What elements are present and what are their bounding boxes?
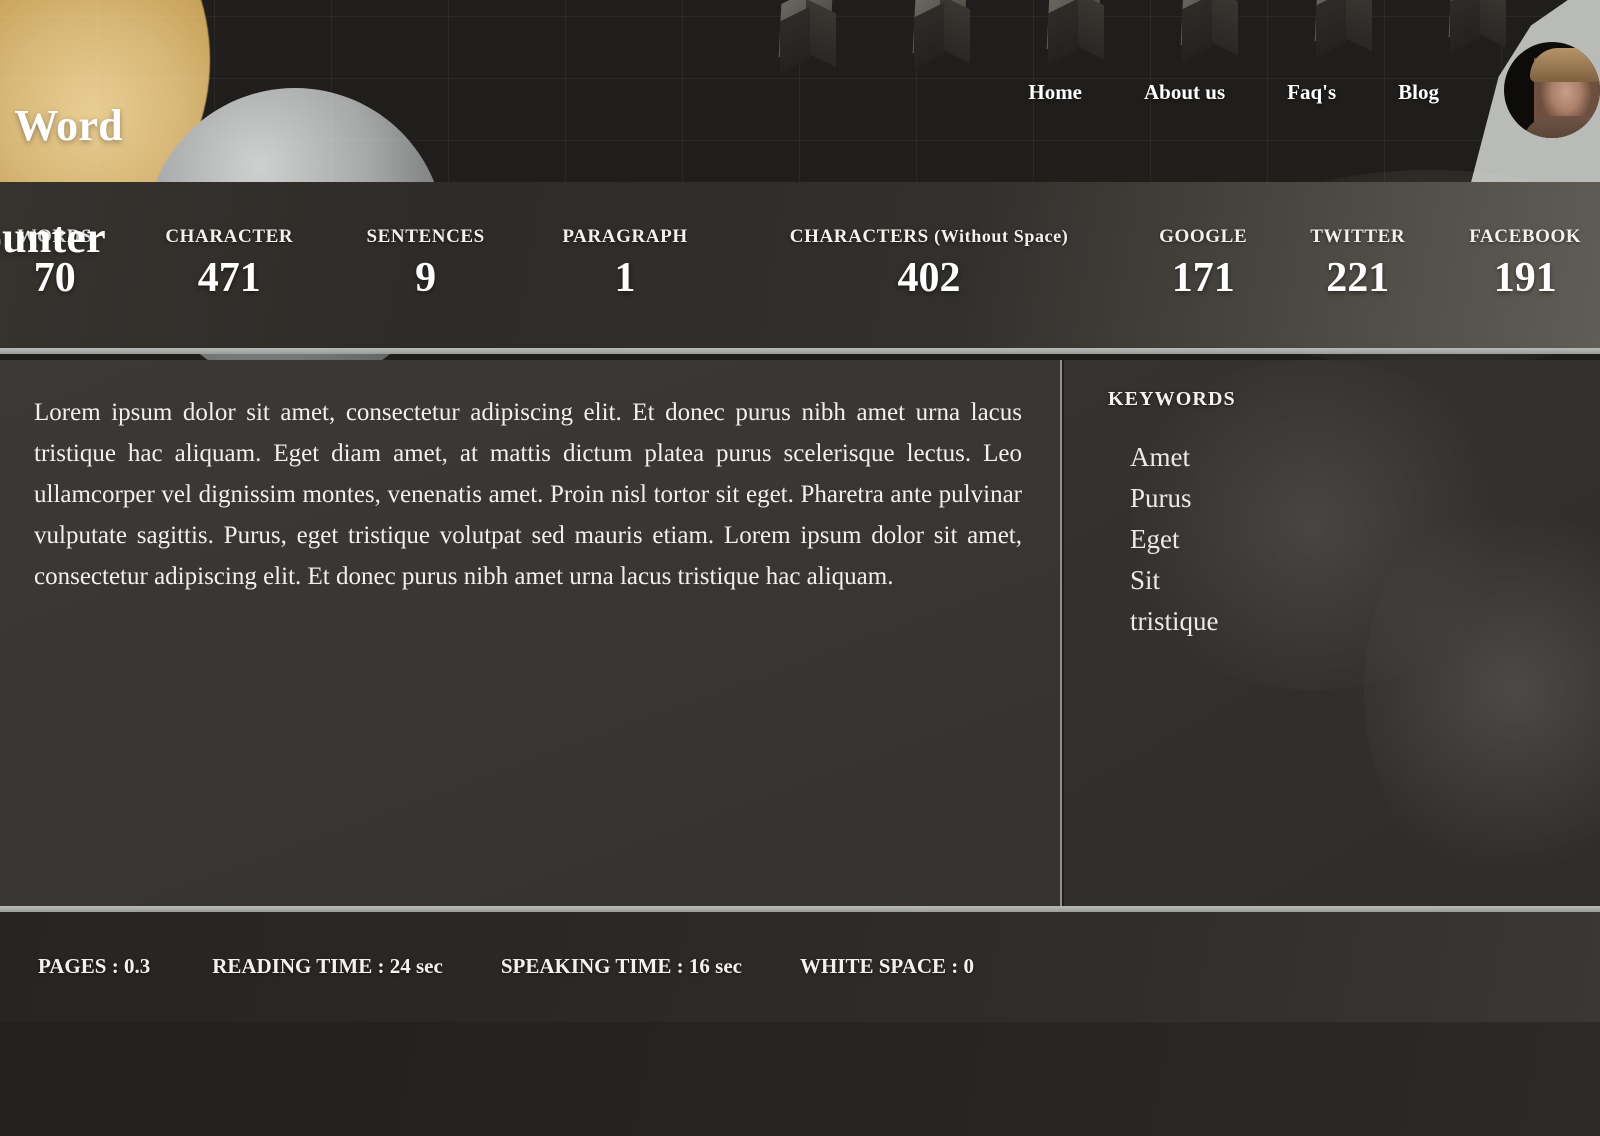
stat-sentences: SENTENCES 9 (341, 226, 510, 305)
footer-stat-white-space: WHITE SPACE : 0 (800, 954, 974, 979)
stat-facebook-label: FACEBOOK (1469, 225, 1582, 247)
avatar[interactable] (1504, 42, 1600, 138)
nav-item-about-us[interactable]: About us (1113, 80, 1256, 105)
stat-facebook: FACEBOOK 191 (1451, 226, 1600, 305)
footer-stats-row: PAGES : 0.3 READING TIME : 24 sec SPEAKI… (38, 954, 974, 979)
avatar-hair (1530, 48, 1600, 82)
keyword-row[interactable]: Sit 3 (1130, 565, 1600, 606)
main-content: Lorem ipsum dolor sit amet, consectetur … (0, 360, 1600, 906)
text-editor-input[interactable]: Lorem ipsum dolor sit amet, consectetur … (34, 392, 1022, 597)
nav-item-faqs[interactable]: Faq's (1256, 80, 1367, 105)
stat-character-label: CHARACTER (165, 225, 294, 247)
footer-stat-pages-label: PAGES : (38, 954, 124, 978)
brand-title: Word Counter (0, 42, 123, 378)
footer-stats-bar: PAGES : 0.3 READING TIME : 24 sec SPEAKI… (0, 912, 1600, 1022)
stat-google: GOOGLE 171 (1143, 226, 1263, 305)
stat-twitter-label: TWITTER (1310, 225, 1406, 247)
keywords-title: KEYWORDS (1108, 388, 1236, 410)
editor-panel[interactable]: Lorem ipsum dolor sit amet, consectetur … (0, 360, 1062, 906)
footer-stat-white-space-label: WHITE SPACE : (799, 954, 964, 978)
brand-line-2: Counter (0, 213, 106, 262)
stat-character: CHARACTER 471 (140, 226, 319, 305)
stat-google-label: GOOGLE (1159, 225, 1248, 247)
keywords-panel: KEYWORDS Amet 6 Purus 1 Eget 3 Sit 3 (1064, 360, 1600, 906)
stat-characters-without-space: CHARACTERS (Without Space) 402 (760, 226, 1099, 305)
footer-divider (0, 906, 1600, 912)
site-header: Word Counter Home About us Faq's Blog (0, 0, 1600, 262)
footer-stat-speaking-time-label: SPEAKING TIME : (500, 954, 689, 978)
keyword-word: Purus (1130, 483, 1192, 513)
footer-stat-pages: PAGES : 0.3 (38, 954, 150, 979)
stat-charnos-sub: (Without Space) (934, 225, 1069, 246)
nav-item-blog[interactable]: Blog (1367, 80, 1470, 105)
stat-twitter-value: 221 (1326, 254, 1390, 301)
keywords-list: Amet 6 Purus 1 Eget 3 Sit 3 tristique (1130, 442, 1600, 647)
keyword-word: Eget (1130, 524, 1180, 554)
keyword-row[interactable]: Amet 6 (1130, 442, 1600, 483)
keyword-row[interactable]: Eget 3 (1130, 524, 1600, 565)
footer-stat-reading-time-label: READING TIME : (212, 954, 390, 978)
stat-character-value: 471 (197, 254, 261, 301)
footer-stat-pages-value: 0.3 (123, 954, 151, 978)
stats-bar: WORDS 70 CHARACTER 471 SENTENCES 9 PARAG… (0, 182, 1600, 354)
stat-twitter: TWITTER 221 (1293, 226, 1423, 305)
footer-stat-white-space-value: 0 (963, 954, 975, 978)
brand-line-1: Word (14, 101, 123, 150)
footer-stat-reading-time: READING TIME : 24 sec (212, 954, 443, 979)
stat-google-value: 171 (1171, 254, 1235, 301)
keyword-word: Amet (1130, 442, 1190, 472)
bottom-decor-strip (0, 1022, 1600, 1136)
app-root: Word Counter Home About us Faq's Blog WO… (0, 0, 1600, 1136)
keyword-word: Sit (1130, 565, 1161, 595)
nav-item-home[interactable]: Home (997, 80, 1113, 105)
stats-row: WORDS 70 CHARACTER 471 SENTENCES 9 PARAG… (0, 182, 1600, 348)
keyword-word: tristique (1130, 606, 1219, 636)
footer-stat-reading-time-value: 24 sec (389, 954, 443, 978)
stat-sentences-label: SENTENCES (366, 225, 485, 247)
stat-characters-without-space-value: 402 (897, 254, 961, 301)
footer-stat-speaking-time: SPEAKING TIME : 16 sec (501, 954, 742, 979)
footer-stat-speaking-time-value: 16 sec (688, 954, 742, 978)
stat-paragraph-label: PARAGRAPH (562, 225, 688, 247)
keyword-row[interactable]: tristique 3 (1130, 606, 1600, 647)
keyword-row[interactable]: Purus 1 (1130, 483, 1600, 524)
stat-characters-without-space-label: CHARACTERS (Without Space) (764, 226, 1095, 248)
stat-paragraph: PARAGRAPH 1 (535, 226, 714, 305)
stat-facebook-value: 191 (1493, 254, 1557, 301)
stat-paragraph-value: 1 (614, 254, 636, 301)
main-navigation: Home About us Faq's Blog (997, 80, 1470, 105)
stat-sentences-value: 9 (415, 254, 437, 301)
stat-charnos-main: CHARACTERS (789, 225, 935, 247)
